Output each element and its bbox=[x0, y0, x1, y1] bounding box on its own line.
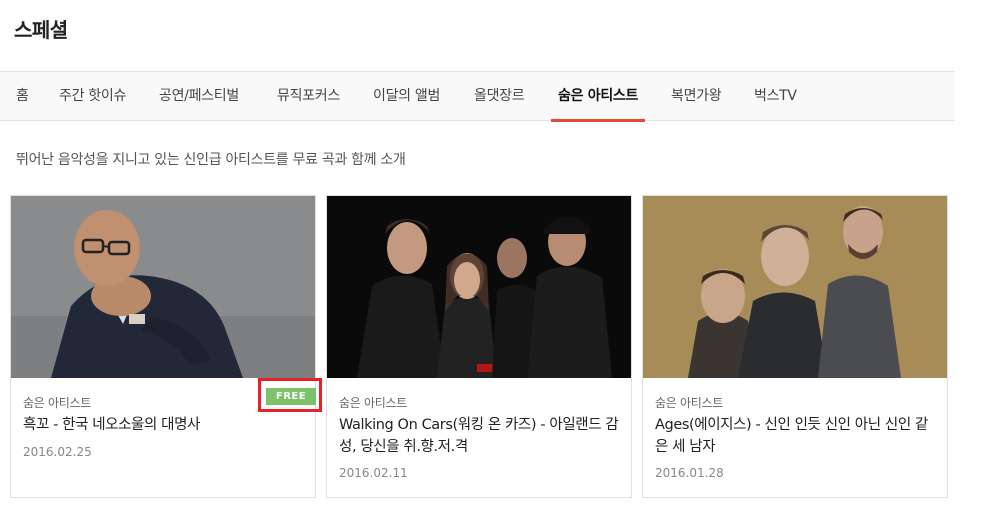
article-card-3[interactable]: 숨은 아티스트 Ages(에이지스) - 신인 인듯 신인 아닌 신인 같은 세… bbox=[642, 195, 948, 498]
card-category: 숨은 아티스트 bbox=[339, 396, 407, 410]
free-badge: FREE bbox=[266, 388, 316, 405]
tab-bugs-tv[interactable]: 벅스TV bbox=[754, 72, 797, 121]
card-title[interactable]: Walking On Cars(워킹 온 카즈) - 아일랜드 감성, 당신을 … bbox=[339, 414, 621, 458]
article-card-2[interactable]: 숨은 아티스트 Walking On Cars(워킹 온 카즈) - 아일랜드 … bbox=[326, 195, 632, 498]
artist-photo[interactable] bbox=[11, 196, 315, 378]
article-card-1[interactable]: 숨은 아티스트 흑꼬 - 한국 네오소울의 대명사 2016.02.25 bbox=[10, 195, 316, 498]
card-title[interactable]: 흑꼬 - 한국 네오소울의 대명사 bbox=[23, 414, 305, 436]
tab-concert-festival[interactable]: 공연/페스티벌 bbox=[159, 72, 239, 121]
card-date: 2016.02.25 bbox=[23, 445, 92, 459]
card-date: 2016.02.11 bbox=[339, 466, 408, 480]
band-photo[interactable] bbox=[327, 196, 631, 378]
card-category: 숨은 아티스트 bbox=[23, 396, 91, 410]
trio-photo[interactable] bbox=[643, 196, 947, 378]
tab-bar: 홈 주간 핫이슈 공연/페스티벌 뮤직포커스 이달의 앨범 올댓장르 숨은 아티… bbox=[0, 71, 955, 122]
tab-music-focus[interactable]: 뮤직포커스 bbox=[277, 72, 340, 121]
page-title: 스페셜 bbox=[14, 18, 68, 42]
tab-weekly-hot-issue[interactable]: 주간 핫이슈 bbox=[59, 72, 126, 121]
tab-all-that-genre[interactable]: 올댓장르 bbox=[474, 72, 525, 121]
section-description: 뛰어난 음악성을 지니고 있는 신인급 아티스트를 무료 곡과 함께 소개 bbox=[16, 152, 406, 168]
tab-home[interactable]: 홈 bbox=[16, 72, 29, 121]
tab-album-of-month[interactable]: 이달의 앨범 bbox=[373, 72, 440, 121]
tab-hidden-artist[interactable]: 숨은 아티스트 bbox=[550, 72, 646, 122]
card-date: 2016.01.28 bbox=[655, 466, 724, 480]
card-category: 숨은 아티스트 bbox=[655, 396, 723, 410]
tab-masked-singer[interactable]: 복면가왕 bbox=[671, 72, 722, 121]
card-title[interactable]: Ages(에이지스) - 신인 인듯 신인 아닌 신인 같은 세 남자 bbox=[655, 414, 937, 458]
